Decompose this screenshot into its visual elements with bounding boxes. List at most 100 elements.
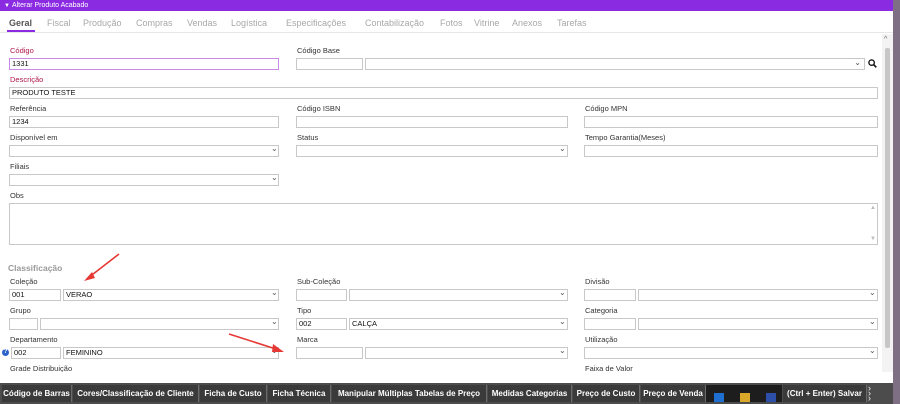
tab-fiscal[interactable]: Fiscal <box>47 18 71 28</box>
referencia-label: Referência <box>10 104 47 113</box>
bottom-action-bar: Código de Barras Cores/Classificação de … <box>0 383 893 404</box>
sub-colecao-select[interactable] <box>349 289 568 301</box>
disponivel-em-label: Disponível em <box>10 133 58 142</box>
codigo-de-barras-button[interactable]: Código de Barras <box>2 385 72 402</box>
faixa-de-valor-label: Faixa de Valor <box>585 364 633 372</box>
marca-code-input[interactable] <box>296 347 363 359</box>
tab-contabilizacao[interactable]: Contabilização <box>365 18 424 28</box>
tab-logistica[interactable]: Logística <box>231 18 267 28</box>
chevron-up-icon[interactable]: ^ <box>884 36 887 43</box>
chevron-down-icon: ⌄ <box>271 346 278 355</box>
utilizacao-label: Utilização <box>585 335 618 344</box>
cores-classificacao-button[interactable]: Cores/Classificação de Cliente <box>73 385 199 402</box>
preco-de-custo-button[interactable]: Preço de Custo <box>573 385 640 402</box>
descricao-input[interactable]: PRODUTO TESTE <box>9 87 878 99</box>
help-icon[interactable]: ? <box>2 349 9 356</box>
chevron-down-icon: ⌄ <box>559 144 566 153</box>
colecao-code-input[interactable]: 001 <box>9 289 61 301</box>
grupo-code-input[interactable] <box>9 318 38 330</box>
medidas-categorias-button[interactable]: Medidas Categorias <box>488 385 572 402</box>
categoria-code-input[interactable] <box>584 318 636 330</box>
tempo-garantia-input[interactable] <box>584 145 878 157</box>
categoria-label: Categoria <box>585 306 618 315</box>
active-tab-indicator <box>7 30 35 32</box>
tipo-label: Tipo <box>297 306 312 315</box>
grade-distribuicao-label: Grade Distribuição <box>10 364 73 372</box>
chevron-down-icon: ⌄ <box>559 346 566 355</box>
tipo-code-input[interactable]: 002 <box>296 318 347 330</box>
referencia-input[interactable]: 1234 <box>9 116 279 128</box>
scrollbar-thumb[interactable] <box>885 48 890 348</box>
departamento-select[interactable]: FEMININO <box>63 347 279 359</box>
disponivel-em-select[interactable] <box>9 145 279 157</box>
window-title: Alterar Produto Acabado <box>11 2 89 9</box>
classificacao-heading: Classificação <box>8 263 63 273</box>
chevron-down-icon: ⌄ <box>271 144 278 153</box>
chevron-up-icon[interactable]: ▲ <box>870 205 879 211</box>
taskbar-overlay <box>706 385 782 402</box>
marca-select[interactable] <box>365 347 568 359</box>
tab-vendas[interactable]: Vendas <box>187 18 217 28</box>
grupo-label: Grupo <box>10 306 31 315</box>
divisao-select[interactable] <box>638 289 878 301</box>
status-select[interactable] <box>296 145 568 157</box>
descricao-label: Descrição <box>10 75 44 84</box>
colecao-select[interactable]: VERAO <box>63 289 279 301</box>
obs-textarea[interactable] <box>9 203 878 245</box>
divisao-code-input[interactable] <box>584 289 636 301</box>
codigo-input[interactable]: 1331 <box>9 58 279 70</box>
codigo-mpn-label: Código MPN <box>585 104 628 113</box>
categoria-select[interactable] <box>638 318 878 330</box>
tab-especificacoes[interactable]: Especificações <box>286 18 346 28</box>
tab-geral[interactable]: Geral <box>9 18 32 28</box>
chevron-down-icon: ⌄ <box>854 58 861 67</box>
app-icon <box>714 393 724 402</box>
form-geral: Código 1331 Código Base ⌄ Descrição PROD… <box>0 34 882 372</box>
divisao-label: Divisão <box>585 277 610 286</box>
tab-vitrine[interactable]: Vitrine <box>474 18 499 28</box>
more-icon[interactable]: › › › <box>868 384 880 403</box>
sub-colecao-label: Sub-Coleção <box>297 277 341 286</box>
chevron-down-icon: ⌄ <box>271 317 278 326</box>
chevron-down-icon: ⌄ <box>271 173 278 182</box>
status-label: Status <box>297 133 319 142</box>
tab-bar: Geral Fiscal Produção Compras Vendas Log… <box>0 11 893 33</box>
chevron-down-icon: ⌄ <box>559 288 566 297</box>
marca-label: Marca <box>297 335 318 344</box>
chevron-down-icon: ⌄ <box>869 288 876 297</box>
form-scrollbar[interactable]: ^ <box>882 34 893 372</box>
codigo-isbn-label: Código ISBN <box>297 104 341 113</box>
tipo-select[interactable]: CALÇA <box>349 318 568 330</box>
tab-compras[interactable]: Compras <box>136 18 173 28</box>
tab-producao[interactable]: Produção <box>83 18 122 28</box>
chevron-down-icon: ⌄ <box>559 317 566 326</box>
app-window: ▼ Alterar Produto Acabado Geral Fiscal Pr… <box>0 0 900 404</box>
chevron-down-icon: ⌄ <box>271 288 278 297</box>
sub-colecao-code-input[interactable] <box>296 289 347 301</box>
tab-tarefas[interactable]: Tarefas <box>557 18 587 28</box>
codigo-label: Código <box>10 46 34 55</box>
obs-label: Obs <box>10 191 24 200</box>
tab-fotos[interactable]: Fotos <box>440 18 463 28</box>
preco-de-venda-button[interactable]: Preço de Venda <box>641 385 706 402</box>
filiais-select[interactable] <box>9 174 279 186</box>
codigo-base-select[interactable]: ⌄ <box>365 58 865 70</box>
ficha-de-custo-button[interactable]: Ficha de Custo <box>200 385 267 402</box>
ficha-tecnica-button[interactable]: Ficha Técnica <box>268 385 331 402</box>
codigo-isbn-input[interactable] <box>296 116 568 128</box>
salvar-button[interactable]: (Ctrl + Enter) Salvar <box>783 385 867 402</box>
tab-anexos[interactable]: Anexos <box>512 18 542 28</box>
flag-icon <box>766 393 776 402</box>
departamento-code-input[interactable]: 002 <box>11 347 61 359</box>
manipular-tabelas-preco-button[interactable]: Manipular Múltiplas Tabelas de Preço <box>332 385 487 402</box>
departamento-label: Departamento <box>10 335 58 344</box>
search-icon[interactable] <box>868 59 877 68</box>
utilizacao-select[interactable] <box>584 347 878 359</box>
chevron-down-icon: ⌄ <box>869 346 876 355</box>
grupo-select[interactable] <box>40 318 279 330</box>
window-right-edge <box>893 0 900 404</box>
codigo-base-code-input[interactable] <box>296 58 363 70</box>
tempo-garantia-label: Tempo Garantia(Meses) <box>585 133 666 142</box>
mail-icon <box>740 393 750 402</box>
codigo-mpn-input[interactable] <box>584 116 878 128</box>
